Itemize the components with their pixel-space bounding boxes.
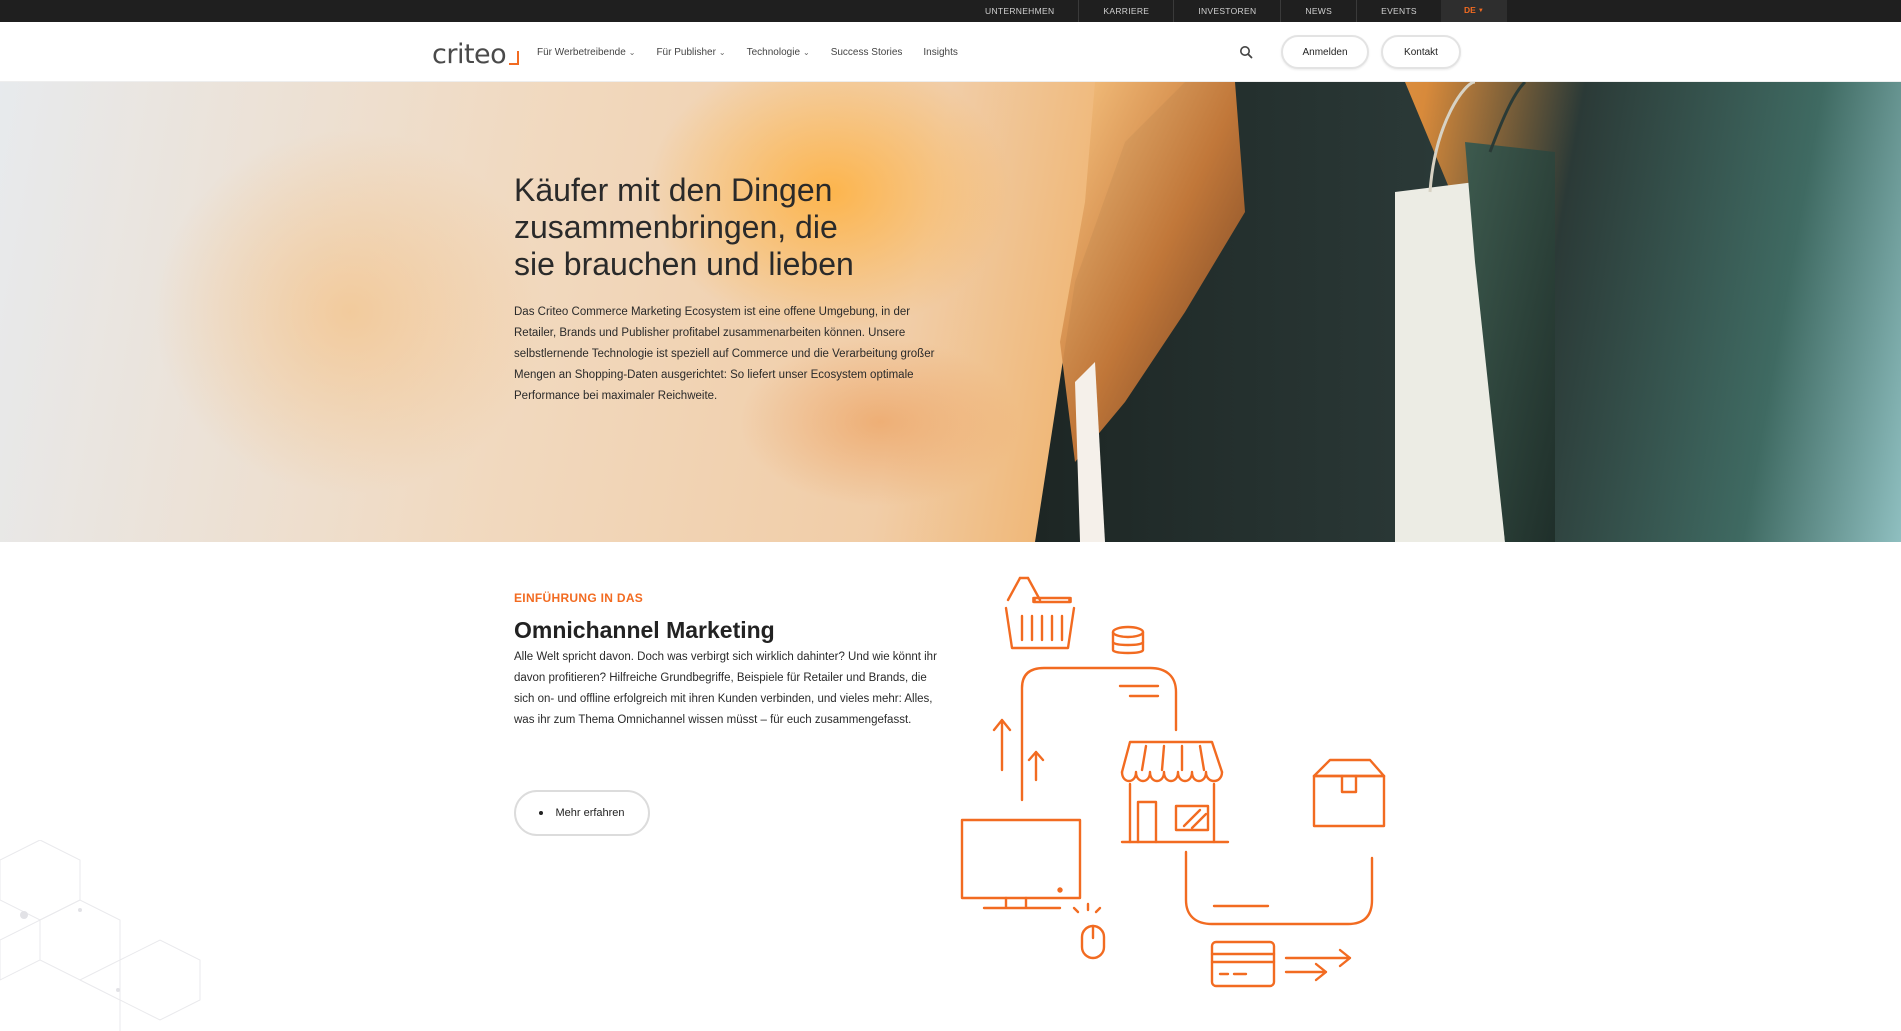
learn-more-button[interactable]: Mehr erfahren: [514, 790, 650, 836]
language-label: DE: [1464, 5, 1476, 15]
learn-more-label: Mehr erfahren: [555, 807, 625, 819]
nav-label: Technologie: [746, 46, 800, 58]
nav-publisher[interactable]: Für Publisher ⌄: [656, 47, 725, 58]
shopping-basket-icon: [1004, 576, 1076, 650]
nav-label: Insights: [923, 46, 958, 58]
logo-wordmark: criteo: [432, 39, 507, 70]
header-actions: Anmelden Kontakt: [1239, 22, 1461, 82]
caret-down-icon: ▼: [1477, 8, 1484, 14]
chevron-down-icon: ⌄: [803, 47, 810, 57]
utility-link-karriere[interactable]: KARRIERE: [1078, 0, 1173, 22]
bullet-icon: [539, 811, 544, 815]
utility-link-investoren[interactable]: INVESTOREN: [1173, 0, 1280, 22]
intro-eyebrow: EINFÜHRUNG IN DAS: [514, 591, 644, 605]
desktop-monitor-icon: [960, 818, 1082, 910]
language-selector[interactable]: DE ▼: [1440, 0, 1507, 22]
hero-title-line: Käufer mit den Dingen: [514, 172, 833, 208]
credit-card-icon: [1210, 940, 1276, 988]
criteo-logo[interactable]: criteo: [432, 36, 522, 70]
main-header: criteo Für Werbetreibende ⌄ Für Publisher…: [0, 22, 1901, 82]
nav-label: Für Werbetreibende: [537, 46, 626, 58]
nav-success-stories[interactable]: Success Stories: [831, 47, 903, 58]
omnichannel-illustration: [960, 576, 1386, 988]
computer-mouse-icon: [1072, 902, 1106, 960]
utility-nav: UNTERNEHMEN KARRIERE INVESTOREN NEWS EVE…: [961, 0, 1507, 22]
intro-description: Alle Welt spricht davon. Doch was verbir…: [514, 651, 937, 726]
right-arrows-icon: [1284, 948, 1352, 982]
nav-label: Für Publisher: [656, 46, 716, 58]
intro-title: Omnichannel Marketing: [514, 617, 775, 643]
decorative-hexagon-pattern: [0, 840, 201, 1031]
search-icon[interactable]: [1239, 45, 1253, 59]
storefront-icon: [1120, 740, 1230, 844]
login-button[interactable]: Anmelden: [1281, 35, 1369, 69]
nav-label: Success Stories: [830, 46, 903, 58]
hero-title: Käufer mit den Dingen zusammenbringen, d…: [514, 172, 934, 283]
hero-shopper-image: [1035, 82, 1555, 542]
nav-technologie[interactable]: Technologie ⌄: [747, 47, 810, 58]
up-arrows-icon: [992, 718, 1045, 782]
logo-mark-icon: [509, 51, 520, 65]
package-box-icon: [1312, 758, 1386, 828]
utility-link-news[interactable]: NEWS: [1280, 0, 1356, 22]
main-nav: Für Werbetreibende ⌄ Für Publisher ⌄ Techn…: [537, 22, 979, 82]
nav-insights[interactable]: Insights: [923, 47, 957, 58]
nav-werbetreibende[interactable]: Für Werbetreibende ⌄: [537, 47, 635, 58]
hero-title-line: zusammenbringen, die: [514, 209, 838, 245]
coins-icon: [1111, 625, 1145, 655]
hero-description: Das Criteo Commerce Marketing Ecosystem …: [514, 306, 935, 402]
utility-link-unternehmen[interactable]: UNTERNEHMEN: [961, 0, 1078, 22]
utility-bar: UNTERNEHMEN KARRIERE INVESTOREN NEWS EVE…: [0, 0, 1901, 22]
chevron-down-icon: ⌄: [718, 47, 726, 57]
utility-link-events[interactable]: EVENTS: [1356, 0, 1441, 22]
chevron-down-icon: ⌄: [628, 47, 636, 57]
hero-banner: Käufer mit den Dingen zusammenbringen, d…: [0, 82, 1901, 542]
connector-path-bottom: [1184, 850, 1374, 926]
hero-title-line: sie brauchen und lieben: [514, 246, 854, 282]
contact-button[interactable]: Kontakt: [1381, 35, 1461, 69]
